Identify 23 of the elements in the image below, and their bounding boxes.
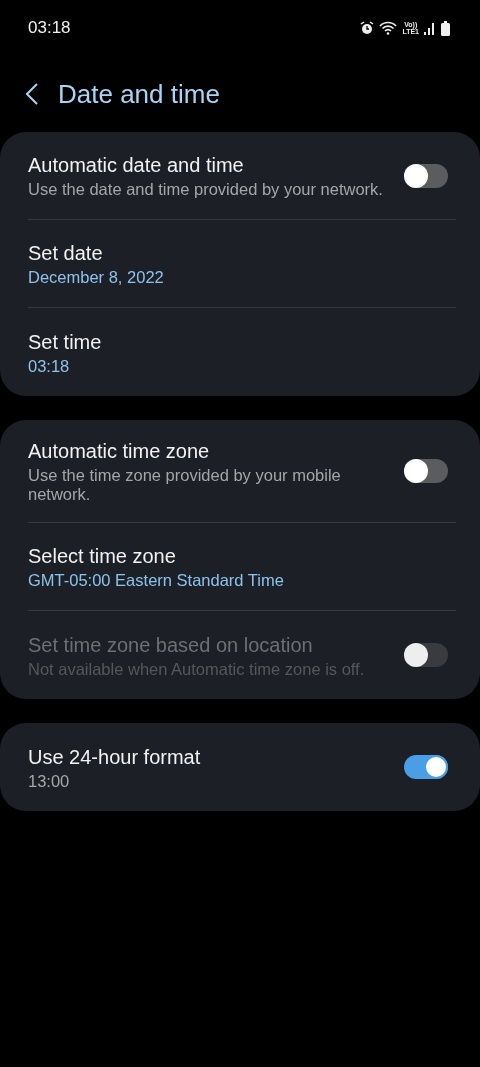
page-title: Date and time <box>58 77 220 111</box>
toggle-switch[interactable] <box>404 459 448 483</box>
setting-title[interactable]: Set date <box>28 240 390 266</box>
setting-title[interactable]: Select time zone <box>28 543 390 569</box>
battery-icon <box>441 20 450 36</box>
toggle-switch[interactable] <box>404 755 448 779</box>
setting-summary: Not available when Automatic time zone is off. <box>28 659 366 679</box>
toggle-switch[interactable] <box>404 163 448 188</box>
status-time: 03:18 <box>28 17 71 40</box>
wifi-icon <box>379 21 398 35</box>
setting-title[interactable]: Set time <box>28 328 390 355</box>
setting-summary: Use the time zone provided by your mobile network. <box>28 466 342 504</box>
setting-title[interactable]: Automatic date and time <box>28 152 390 178</box>
setting-title[interactable]: Use 24-hour format <box>28 743 390 770</box>
alarm-icon <box>360 21 375 35</box>
setting-summary: Use the date and time provided by your network. <box>28 180 384 199</box>
setting-summary: 13:00 <box>28 771 71 791</box>
back-icon[interactable] <box>26 83 38 105</box>
signal-icon <box>424 21 436 35</box>
setting-title[interactable]: Automatic time zone <box>28 438 390 464</box>
setting-value: GMT-05:00 Eastern Standard Time <box>28 571 285 590</box>
setting-value: December 8, 2022 <box>28 268 165 287</box>
setting-value: 03:18 <box>28 356 71 376</box>
